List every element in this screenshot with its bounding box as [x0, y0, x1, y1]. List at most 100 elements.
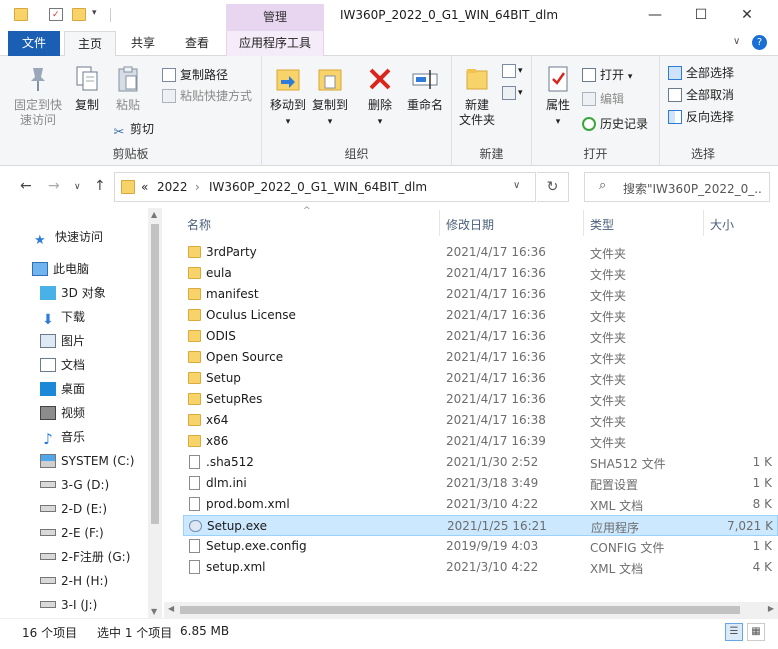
large-icons-view-icon[interactable]: ▦: [747, 623, 765, 641]
nav-item-drive-c[interactable]: SYSTEM (C:): [40, 450, 134, 472]
edit-button[interactable]: 编辑: [582, 90, 624, 108]
select-none-button[interactable]: 全部取消: [668, 86, 734, 104]
copy-path-button[interactable]: 复制路径: [162, 66, 228, 84]
file-row[interactable]: dlm.ini 2021/3/18 3:49 配置设置 1 K: [183, 473, 778, 494]
minimize-button[interactable]: —: [632, 0, 678, 31]
paste-shortcut-button[interactable]: 粘贴快捷方式: [162, 87, 252, 105]
customize-quick-access-icon[interactable]: ▾: [92, 8, 102, 21]
nav-item-drive-j[interactable]: 3-I (J:): [40, 594, 97, 616]
column-header-size[interactable]: 大小: [710, 216, 734, 233]
tab-home[interactable]: 主页: [64, 31, 116, 57]
file-row[interactable]: Open Source 2021/4/17 16:36 文件夹: [183, 347, 778, 368]
search-box[interactable]: ⌕ 搜索"IW360P_2022_0_...: [584, 172, 770, 202]
tab-view[interactable]: 查看: [174, 31, 220, 56]
properties-button[interactable]: 属性 ▾: [538, 64, 578, 130]
file-row[interactable]: Setup.exe 2021/1/25 16:21 应用程序 7,021 K: [183, 515, 778, 536]
file-row[interactable]: x86 2021/4/17 16:39 文件夹: [183, 431, 778, 452]
breadcrumb-item[interactable]: IW360P_2022_0_G1_WIN_64BIT_dlm: [209, 180, 427, 194]
history-button[interactable]: 历史记录: [582, 115, 648, 133]
back-arrow-icon[interactable]: ←: [20, 178, 32, 194]
refresh-button[interactable]: ↻: [537, 172, 569, 202]
properties-quick-icon[interactable]: ✓: [49, 8, 63, 21]
breadcrumb-separator-icon[interactable]: ›: [195, 180, 200, 194]
nav-item-this-pc[interactable]: 此电脑: [32, 258, 89, 280]
file-row[interactable]: SetupRes 2021/4/17 16:36 文件夹: [183, 389, 778, 410]
horizontal-scroll-thumb[interactable]: [180, 606, 740, 614]
column-separator[interactable]: [439, 210, 440, 236]
recent-locations-icon[interactable]: ∨: [74, 182, 81, 192]
scroll-right-icon[interactable]: ▶: [768, 604, 774, 613]
address-bar[interactable]: « 2022 › IW360P_2022_0_G1_WIN_64BIT_dlm …: [114, 172, 536, 202]
move-to-button[interactable]: 移动到 ▾: [268, 64, 308, 130]
cut-button[interactable]: ✂ 剪切: [112, 120, 154, 140]
nav-item-documents[interactable]: 文档: [40, 354, 85, 376]
file-list-horizontal-scrollbar[interactable]: ◀ ▶: [164, 602, 778, 618]
nav-item-pictures[interactable]: 图片: [40, 330, 85, 352]
up-arrow-icon[interactable]: ↑: [94, 178, 106, 194]
new-folder-quick-icon[interactable]: [72, 8, 86, 21]
close-button[interactable]: ✕: [724, 0, 770, 31]
file-row[interactable]: prod.bom.xml 2021/3/10 4:22 XML 文档 8 K: [183, 494, 778, 515]
tab-app-tools[interactable]: 应用程序工具: [226, 31, 324, 56]
scroll-left-icon[interactable]: ◀: [168, 604, 174, 613]
nav-item-drive-f[interactable]: 2-E (F:): [40, 522, 104, 544]
tab-share[interactable]: 共享: [120, 31, 166, 56]
file-row[interactable]: Setup 2021/4/17 16:36 文件夹: [183, 368, 778, 389]
scroll-up-icon[interactable]: ▲: [151, 210, 157, 219]
nav-item-drive-g[interactable]: 2-F注册 (G:): [40, 546, 130, 568]
nav-item-drive-h[interactable]: 2-H (H:): [40, 570, 108, 592]
file-row[interactable]: x64 2021/4/17 16:38 文件夹: [183, 410, 778, 431]
details-view-icon[interactable]: ☰: [725, 623, 743, 641]
tab-file[interactable]: 文件: [8, 31, 60, 56]
copy-to-button[interactable]: 复制到 ▾: [310, 64, 350, 130]
paste-button[interactable]: 粘贴: [110, 64, 146, 113]
file-row[interactable]: .sha512 2021/1/30 2:52 SHA512 文件 1 K: [183, 452, 778, 473]
maximize-button[interactable]: ☐: [678, 0, 724, 31]
forward-arrow-icon[interactable]: →: [48, 178, 60, 194]
file-row[interactable]: manifest 2021/4/17 16:36 文件夹: [183, 284, 778, 305]
easy-access-dropdown-icon[interactable]: ▾: [518, 88, 523, 98]
tab-manage[interactable]: 管理: [226, 4, 324, 31]
open-button[interactable]: 打开 ▾: [582, 66, 632, 84]
nav-item-music[interactable]: ♪ 音乐: [40, 426, 85, 448]
scroll-down-icon[interactable]: ▼: [151, 607, 157, 616]
file-row[interactable]: setup.xml 2021/3/10 4:22 XML 文档 4 K: [183, 557, 778, 578]
file-row[interactable]: Oculus License 2021/4/17 16:36 文件夹: [183, 305, 778, 326]
column-separator[interactable]: [583, 210, 584, 236]
nav-item-drive-e[interactable]: 2-D (E:): [40, 498, 107, 520]
nav-item-downloads[interactable]: ⬇ 下载: [40, 306, 85, 328]
address-dropdown-icon[interactable]: ∨: [513, 180, 520, 191]
folder-icon: [121, 180, 135, 194]
breadcrumb-overflow[interactable]: «: [141, 180, 148, 194]
nav-pane-scrollbar[interactable]: ▲ ▼: [148, 208, 162, 618]
file-row[interactable]: eula 2021/4/17 16:36 文件夹: [183, 263, 778, 284]
nav-item-desktop[interactable]: 桌面: [40, 378, 85, 400]
new-item-icon[interactable]: [502, 64, 516, 78]
search-input[interactable]: 搜索"IW360P_2022_0_...: [623, 180, 763, 197]
invert-selection-button[interactable]: 反向选择: [668, 108, 734, 126]
file-row[interactable]: Setup.exe.config 2019/9/19 4:03 CONFIG 文…: [183, 536, 778, 557]
new-folder-button[interactable]: 新建 文件夹: [454, 64, 500, 128]
rename-button[interactable]: 重命名: [402, 64, 448, 113]
file-row[interactable]: 3rdParty 2021/4/17 16:36 文件夹: [183, 242, 778, 263]
easy-access-icon[interactable]: [502, 86, 516, 100]
column-header-type[interactable]: 类型: [590, 216, 614, 233]
nav-pane-scroll-thumb[interactable]: [151, 224, 159, 524]
new-item-dropdown-icon[interactable]: ▾: [518, 66, 523, 76]
help-icon[interactable]: ?: [752, 35, 767, 50]
select-all-button[interactable]: 全部选择: [668, 64, 734, 82]
column-separator[interactable]: [703, 210, 704, 236]
collapse-ribbon-icon[interactable]: ∨: [733, 36, 740, 47]
nav-item-drive-d[interactable]: 3-G (D:): [40, 474, 109, 496]
nav-item-quick-access[interactable]: ★ 快速访问: [34, 226, 103, 248]
nav-item-3d-objects[interactable]: 3D 对象: [40, 282, 106, 304]
column-header-name[interactable]: 名称: [187, 216, 211, 233]
copy-button[interactable]: 复制: [70, 64, 104, 113]
pin-to-quick-access-button[interactable]: 固定到快 速访问: [12, 64, 64, 128]
breadcrumb-item[interactable]: 2022: [157, 180, 188, 194]
column-header-date[interactable]: 修改日期: [446, 216, 494, 233]
file-row[interactable]: ODIS 2021/4/17 16:36 文件夹: [183, 326, 778, 347]
delete-button[interactable]: 删除 ▾: [362, 64, 398, 130]
nav-item-videos[interactable]: 视频: [40, 402, 85, 424]
file-date: 2021/4/17 16:36: [446, 266, 546, 280]
